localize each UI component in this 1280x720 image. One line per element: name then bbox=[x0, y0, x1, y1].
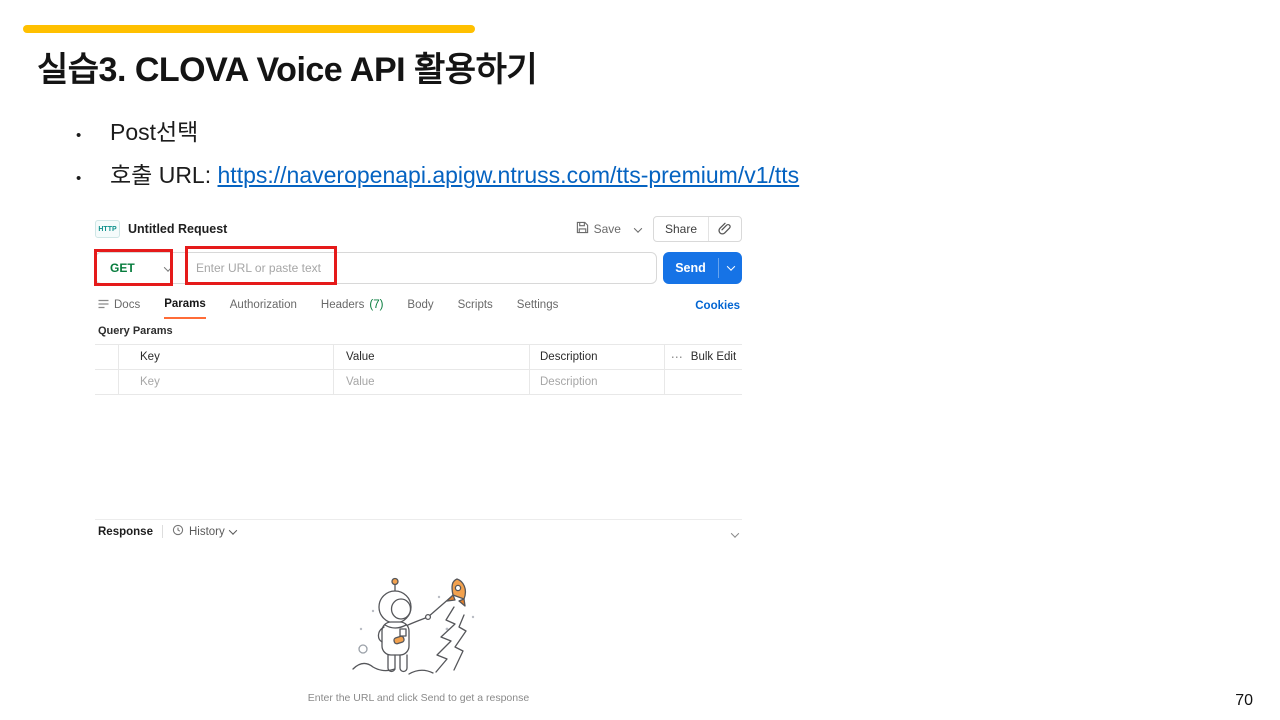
bullet-marker: • bbox=[76, 127, 82, 144]
tab-label: Params bbox=[164, 298, 206, 310]
table-row: Key Value Description bbox=[95, 370, 742, 395]
slide-title: 실습3. CLOVA Voice API 활용하기 bbox=[37, 51, 538, 89]
chevron-down-icon bbox=[228, 525, 237, 535]
copy-link-button[interactable] bbox=[709, 221, 741, 238]
paperclip-icon bbox=[718, 221, 732, 238]
save-button-label: Save bbox=[593, 222, 621, 236]
tab-authorization[interactable]: Authorization bbox=[230, 298, 297, 319]
send-options-button[interactable] bbox=[719, 262, 742, 271]
request-tabs: Docs Params Authorization Headers (7) Bo… bbox=[98, 298, 558, 319]
chevron-down-icon bbox=[726, 262, 735, 271]
tab-label: Docs bbox=[114, 299, 141, 311]
method-dropdown[interactable]: GET bbox=[96, 261, 184, 275]
save-icon bbox=[576, 221, 589, 237]
header-actions: Save Share bbox=[574, 215, 742, 243]
response-divider bbox=[95, 519, 742, 520]
bullet-text: Post선택 bbox=[110, 119, 199, 145]
share-group: Share bbox=[652, 216, 742, 242]
response-bar: Response History bbox=[98, 524, 237, 539]
page-number: 70 bbox=[1235, 692, 1253, 709]
chevron-down-icon bbox=[730, 529, 740, 538]
column-header-key: Key bbox=[119, 345, 334, 369]
select-all-cell bbox=[95, 345, 119, 369]
bullet-url-prefix: 호출 URL: bbox=[110, 162, 218, 188]
send-button[interactable]: Send bbox=[663, 252, 742, 284]
save-button[interactable]: Save bbox=[574, 218, 623, 240]
column-header-value: Value bbox=[334, 345, 530, 369]
save-options-button[interactable] bbox=[631, 222, 645, 236]
value-input-placeholder[interactable]: Value bbox=[334, 370, 530, 394]
tab-body[interactable]: Body bbox=[407, 298, 433, 319]
vertical-divider bbox=[161, 525, 163, 538]
tab-label: Settings bbox=[516, 299, 559, 311]
share-button[interactable]: Share bbox=[654, 217, 709, 241]
postman-screenshot: HTTP Untitled Request Save Share GET Ent… bbox=[94, 213, 742, 710]
response-collapse-button[interactable] bbox=[730, 527, 740, 541]
response-heading: Response bbox=[98, 525, 153, 538]
history-clock-icon bbox=[172, 524, 184, 539]
tab-docs[interactable]: Docs bbox=[98, 298, 140, 319]
request-url-bar: GET bbox=[95, 252, 657, 284]
url-input[interactable] bbox=[184, 261, 656, 275]
method-dropdown-value: GET bbox=[110, 261, 135, 275]
bulk-edit-button[interactable]: ⋯ Bulk Edit bbox=[665, 345, 742, 369]
tab-label: Headers bbox=[320, 299, 365, 311]
bulk-edit-label: Bulk Edit bbox=[690, 351, 737, 363]
row-actions-cell bbox=[665, 370, 742, 394]
ellipsis-icon: ⋯ bbox=[670, 350, 684, 364]
description-input-placeholder[interactable]: Description bbox=[530, 370, 665, 394]
tab-params[interactable]: Params bbox=[164, 298, 206, 319]
empty-state-caption: Enter the URL and click Send to get a re… bbox=[307, 692, 530, 704]
history-dropdown[interactable]: History bbox=[172, 524, 237, 539]
tab-settings[interactable]: Settings bbox=[517, 298, 559, 319]
history-label: History bbox=[188, 525, 225, 538]
tab-scripts[interactable]: Scripts bbox=[458, 298, 493, 319]
tab-headers[interactable]: Headers (7) bbox=[321, 298, 384, 319]
astronaut-rocket-illustration bbox=[351, 571, 489, 685]
request-title: Untitled Request bbox=[128, 222, 228, 236]
request-header: HTTP Untitled Request Save Share bbox=[95, 215, 742, 243]
headers-count-badge: (7) bbox=[369, 299, 384, 311]
chevron-down-icon bbox=[633, 224, 643, 233]
title-accent-bar bbox=[23, 25, 475, 33]
bullet-item: • 호출 URL: https://naveropenapi.apigw.ntr… bbox=[76, 156, 799, 190]
row-select-cell[interactable] bbox=[95, 370, 119, 394]
tab-label: Scripts bbox=[457, 299, 493, 311]
query-params-heading: Query Params bbox=[98, 325, 173, 337]
bullet-text: 호출 URL: https://naveropenapi.apigw.ntrus… bbox=[110, 156, 799, 190]
query-params-table: Key Value Description ⋯ Bulk Edit Key Va… bbox=[95, 344, 742, 395]
tts-api-hyperlink[interactable]: https://naveropenapi.apigw.ntruss.com/tt… bbox=[218, 162, 800, 188]
list-icon bbox=[98, 299, 109, 312]
bullet-list: • Post선택 • 호출 URL: https://naveropenapi.… bbox=[76, 113, 799, 199]
bullet-marker: • bbox=[76, 170, 82, 187]
http-request-icon: HTTP bbox=[95, 220, 120, 238]
column-header-description: Description bbox=[530, 345, 665, 369]
tab-label: Authorization bbox=[229, 299, 297, 311]
presentation-slide: 실습3. CLOVA Voice API 활용하기 • Post선택 • 호출 … bbox=[0, 0, 1280, 720]
tab-label: Body bbox=[407, 299, 434, 311]
table-header-row: Key Value Description ⋯ Bulk Edit bbox=[95, 345, 742, 370]
cookies-link[interactable]: Cookies bbox=[695, 300, 740, 312]
send-button-label: Send bbox=[675, 261, 706, 275]
key-input-placeholder[interactable]: Key bbox=[119, 370, 334, 394]
bullet-item: • Post선택 bbox=[76, 113, 799, 147]
chevron-down-icon bbox=[163, 261, 173, 275]
